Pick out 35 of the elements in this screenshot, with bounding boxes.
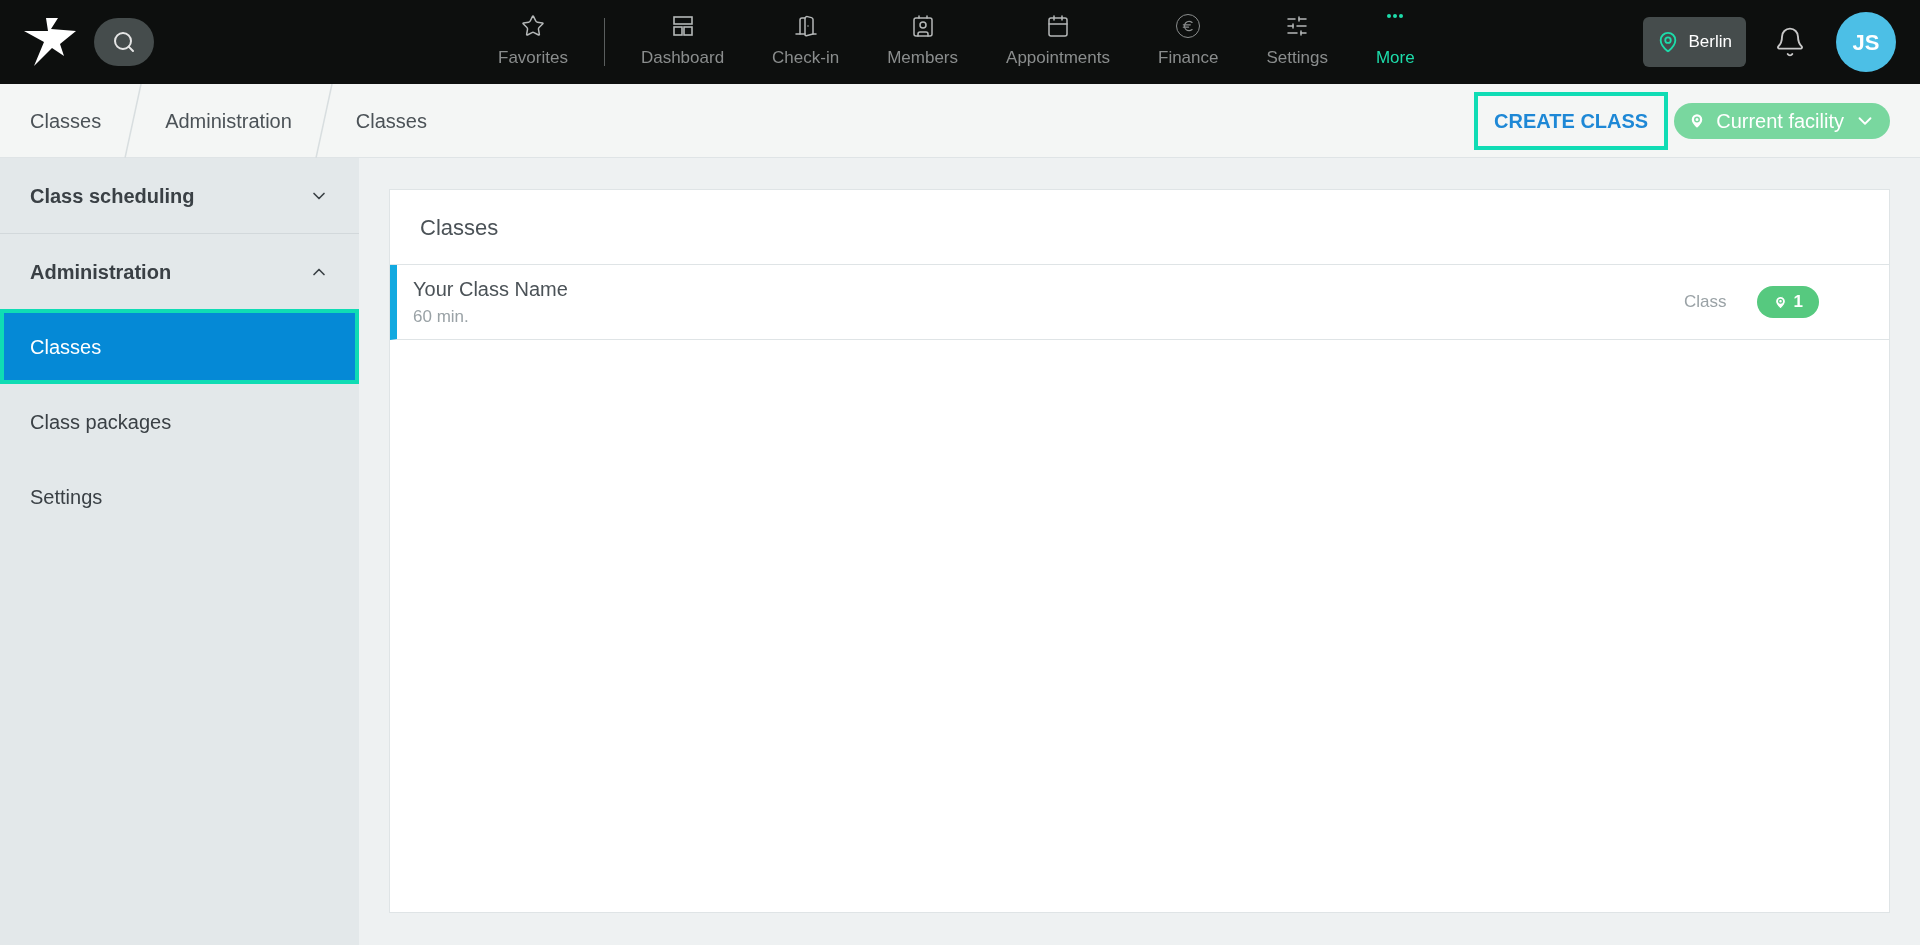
nav-tab[interactable]: Appointments xyxy=(982,14,1134,70)
sidebar-item[interactable]: Class packages xyxy=(0,384,359,459)
search-button[interactable] xyxy=(94,18,154,66)
door-icon xyxy=(793,14,818,38)
class-name: Your Class Name xyxy=(413,277,568,303)
calendar-icon xyxy=(1046,14,1070,38)
contact-card-icon xyxy=(910,14,935,38)
nav-tab[interactable]: Finance xyxy=(1134,14,1243,70)
star-logo-icon[interactable] xyxy=(24,18,76,66)
dashboard-icon xyxy=(670,14,695,38)
breadcrumb-link[interactable]: Classes xyxy=(30,105,102,136)
class-duration: 60 min. xyxy=(413,306,470,329)
sidebar-section[interactable]: Administration xyxy=(0,234,359,309)
star-icon xyxy=(520,14,545,38)
sidebar-item[interactable]: Settings xyxy=(0,459,359,534)
breadcrumb-link[interactable]: Classes xyxy=(355,105,427,136)
location-button[interactable]: Berlin xyxy=(1642,17,1746,67)
search-icon xyxy=(112,30,136,54)
more-icon xyxy=(1387,14,1404,18)
sliders-icon xyxy=(1285,14,1310,38)
location-count-badge: 1 xyxy=(1756,286,1819,318)
nav-tab[interactable]: Check-in xyxy=(748,14,864,70)
nav-tab[interactable]: Members xyxy=(863,14,983,70)
card-title: Classes xyxy=(390,190,1889,265)
nav-tab[interactable]: Dashboard xyxy=(616,14,749,70)
create-class-button[interactable]: CREATE CLASS xyxy=(1474,91,1669,150)
bell-icon[interactable] xyxy=(1774,26,1806,58)
class-type: Class xyxy=(1684,291,1727,314)
nav-tab[interactable]: Settings xyxy=(1242,14,1352,70)
breadcrumb-link[interactable]: Administration xyxy=(165,105,292,136)
nav-tab[interactable]: Favorites xyxy=(474,14,592,70)
class-row[interactable]: Your Class Name 60 min. Class 1 xyxy=(390,265,1889,340)
nav-tab[interactable]: More xyxy=(1351,14,1439,70)
sidebar-section[interactable]: Class scheduling xyxy=(0,158,359,233)
sidebar-item[interactable]: Classes xyxy=(0,309,359,384)
